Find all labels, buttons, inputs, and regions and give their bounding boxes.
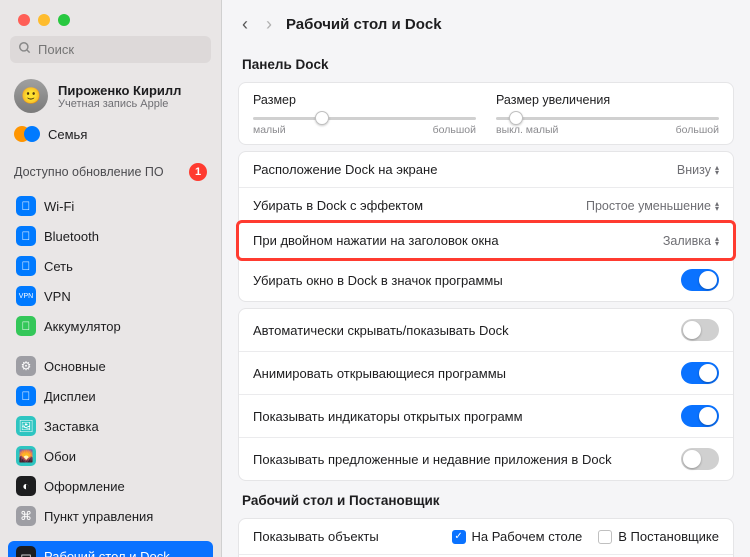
setting-label: Показывать предложенные и недавние прило… — [253, 452, 612, 467]
sidebar-item-11[interactable]: ▭ Рабочий стол и Dock — [8, 541, 213, 557]
setting-label: Показывать индикаторы открытых программ — [253, 409, 523, 424]
sidebar-label: Основные — [44, 359, 106, 374]
sidebar-label: Дисплеи — [44, 389, 96, 404]
update-badge: 1 — [189, 163, 207, 181]
update-label: Доступно обновление ПО — [14, 165, 164, 179]
setting-toggle[interactable] — [681, 319, 719, 341]
size-label: Размер — [253, 93, 476, 107]
magnification-slider[interactable] — [496, 117, 719, 120]
sidebar-icon: ⌘ — [16, 506, 36, 526]
apple-id-row[interactable]: 🙂 Пироженко Кирилл Учетная запись Apple — [0, 73, 221, 119]
setting-row: При двойном нажатии на заголовок окна Зал… — [236, 220, 736, 261]
sidebar-item-6[interactable]: 􀢹 Дисплеи — [8, 381, 213, 411]
sidebar-icon: 􀙇 — [16, 196, 36, 216]
setting-row: Показывать предложенные и недавние прило… — [239, 437, 733, 480]
search-icon — [18, 41, 32, 58]
setting-row: Анимировать открывающиеся программы — [239, 351, 733, 394]
sidebar-label: Оформление — [44, 479, 125, 494]
family-label: Семья — [48, 127, 87, 142]
setting-row: Убирать в Dock с эффектом Простое уменьше… — [239, 187, 733, 223]
page-title: Рабочий стол и Dock — [286, 16, 442, 33]
setting-toggle[interactable] — [681, 269, 719, 291]
show-objects-label: Показывать объекты — [253, 529, 379, 544]
sidebar-label: Пункт управления — [44, 509, 153, 524]
sidebar-label: Обои — [44, 449, 76, 464]
sidebar-item-1[interactable]: 􀖀 Bluetooth — [8, 221, 213, 251]
section-dock-panel: Панель Dock — [222, 51, 750, 76]
sidebar-item-7[interactable]: 🖼 Заставка — [8, 411, 213, 441]
family-row[interactable]: Семья — [0, 119, 221, 155]
nav-arrows: ‹ › — [242, 14, 272, 35]
setting-select[interactable]: Простое уменьшение▴▾ — [586, 199, 719, 213]
checkbox-on-desktop[interactable]: ✓На Рабочем столе — [452, 529, 583, 544]
main-content: ‹ › Рабочий стол и Dock Панель Dock Разм… — [222, 0, 750, 557]
setting-row: Убирать окно в Dock в значок программы — [239, 258, 733, 301]
setting-label: Расположение Dock на экране — [253, 162, 437, 177]
sidebar-item-8[interactable]: 🌄 Обои — [8, 441, 213, 471]
sidebar-label: Bluetooth — [44, 229, 99, 244]
close-window[interactable] — [18, 14, 30, 26]
magnification-label: Размер увеличения — [496, 93, 719, 107]
sidebar-icon: ▭ — [16, 546, 36, 557]
setting-toggle[interactable] — [681, 405, 719, 427]
sidebar-label: Рабочий стол и Dock — [44, 549, 170, 557]
sidebar-icon: ◐ — [16, 476, 36, 496]
minimize-window[interactable] — [38, 14, 50, 26]
sidebar-label: Сеть — [44, 259, 73, 274]
sidebar-icon: 🖼 — [16, 416, 36, 436]
sidebar-item-10[interactable]: ⌘ Пункт управления — [8, 501, 213, 531]
sidebar-item-0[interactable]: 􀙇 Wi-Fi — [8, 191, 213, 221]
sidebar-item-9[interactable]: ◐ Оформление — [8, 471, 213, 501]
profile-sub: Учетная запись Apple — [58, 98, 181, 110]
checkbox-in-stage-manager[interactable]: В Постановщике — [598, 529, 719, 544]
setting-toggle[interactable] — [681, 448, 719, 470]
nav-forward: › — [266, 14, 272, 35]
search-field[interactable] — [10, 36, 211, 63]
sidebar-icon: 􀢹 — [16, 386, 36, 406]
nav-back[interactable]: ‹ — [242, 14, 248, 35]
sidebar-icon: ⚙ — [16, 356, 36, 376]
setting-label: Убирать в Dock с эффектом — [253, 198, 423, 213]
setting-toggle[interactable] — [681, 362, 719, 384]
setting-label: Анимировать открывающиеся программы — [253, 366, 506, 381]
size-slider[interactable] — [253, 117, 476, 120]
setting-row: Расположение Dock на экране Внизу▴▾ — [239, 152, 733, 187]
setting-select[interactable]: Внизу▴▾ — [677, 163, 719, 177]
sidebar-icon: 􀤆 — [16, 256, 36, 276]
sidebar-label: Аккумулятор — [44, 319, 121, 334]
maximize-window[interactable] — [58, 14, 70, 26]
setting-row: Автоматически скрывать/показывать Dock — [239, 309, 733, 351]
sidebar-icon: 🌄 — [16, 446, 36, 466]
section-desktop-stage: Рабочий стол и Постановщик — [222, 487, 750, 512]
sidebar-item-5[interactable]: ⚙ Основные — [8, 351, 213, 381]
sidebar-label: Заставка — [44, 419, 99, 434]
setting-row: Показывать индикаторы открытых программ — [239, 394, 733, 437]
sidebar-icon: VPN — [16, 286, 36, 306]
setting-label: Убирать окно в Dock в значок программы — [253, 273, 503, 288]
window-controls — [0, 0, 221, 36]
profile-name: Пироженко Кирилл — [58, 83, 181, 98]
sidebar-icon: 􀖀 — [16, 226, 36, 246]
sidebar-item-3[interactable]: VPN VPN — [8, 281, 213, 311]
setting-select[interactable]: Заливка▴▾ — [663, 234, 719, 248]
software-update-row[interactable]: Доступно обновление ПО 1 — [0, 155, 221, 189]
avatar: 🙂 — [14, 79, 48, 113]
sidebar-label: VPN — [44, 289, 71, 304]
sidebar-list: 􀙇 Wi-Fi 􀖀 Bluetooth 􀤆 Сеть VPN VPN 􀛨 Аккумулятор ⚙… — [0, 189, 221, 557]
search-input[interactable] — [38, 42, 203, 57]
sidebar-item-2[interactable]: 􀤆 Сеть — [8, 251, 213, 281]
sidebar-item-4[interactable]: 􀛨 Аккумулятор — [8, 311, 213, 341]
setting-label: Автоматически скрывать/показывать Dock — [253, 323, 509, 338]
family-icon — [14, 123, 40, 145]
sidebar-label: Wi-Fi — [44, 199, 74, 214]
setting-label: При двойном нажатии на заголовок окна — [253, 233, 499, 248]
sidebar-icon: 􀛨 — [16, 316, 36, 336]
